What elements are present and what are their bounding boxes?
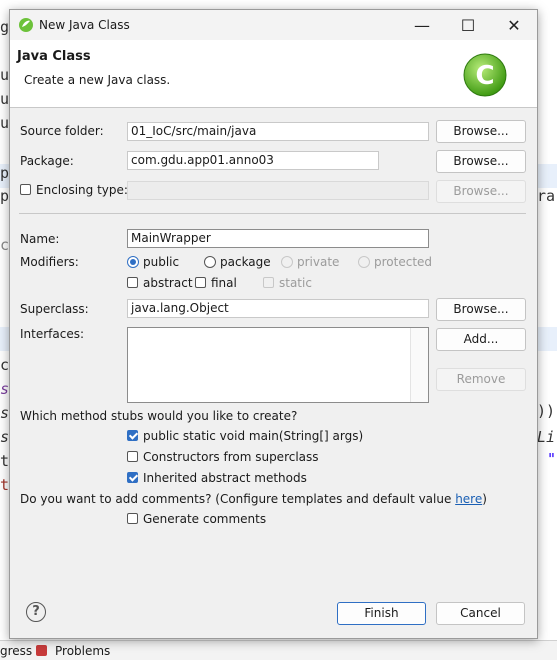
bg-code-fragment: g	[0, 18, 10, 36]
bg-code-fragment: s	[0, 428, 10, 446]
close-button[interactable]: ✕	[491, 10, 537, 40]
close-icon: ✕	[507, 15, 521, 35]
bg-code-fragment: "	[547, 450, 557, 468]
bg-code-fragment: s	[0, 380, 10, 398]
package-radio-label: package	[220, 255, 271, 269]
interfaces-scrollbar[interactable]	[410, 328, 428, 402]
main-method-checkbox[interactable]	[127, 430, 138, 441]
method-stubs-question: Which method stubs would you like to cre…	[20, 409, 298, 423]
public-radio[interactable]	[127, 256, 139, 268]
status-bar: gress Problems	[0, 640, 557, 660]
bg-code-fragment: t	[0, 452, 10, 470]
bg-code-fragment: u	[0, 114, 10, 132]
bg-code-fragment: s	[0, 404, 10, 422]
wizard-banner: Java Class Create a new Java class. C	[10, 40, 537, 108]
private-label: private	[297, 255, 340, 269]
constructors-checkbox[interactable]	[127, 451, 138, 462]
name-label: Name:	[20, 232, 60, 246]
minimize-button[interactable]: —	[399, 10, 445, 40]
protected-label: protected	[374, 255, 433, 269]
bg-code-fragment: ))	[537, 402, 556, 420]
maximize-button[interactable]: ☐	[445, 10, 491, 40]
window-title: New Java Class	[39, 18, 130, 32]
modifiers-label: Modifiers:	[20, 255, 79, 269]
maximize-icon: ☐	[460, 15, 476, 35]
status-progress-tab[interactable]: gress	[0, 644, 32, 658]
bg-code-fragment: u	[0, 66, 10, 84]
enclosing-type-browse-button[interactable]: Browse...	[436, 180, 526, 203]
comments-question: Do you want to add comments? (Configure …	[20, 492, 487, 506]
wizard-heading: Java Class	[17, 49, 91, 64]
remove-interface-button[interactable]: Remove	[436, 368, 526, 391]
inherited-methods-label: Inherited abstract methods	[143, 471, 307, 485]
abstract-label: abstract	[143, 276, 193, 290]
status-problems-tab[interactable]: Problems	[55, 644, 110, 658]
bg-code-fragment: c	[0, 236, 10, 254]
java-class-logo-icon: C	[463, 53, 507, 97]
bg-code-fragment: Li	[537, 428, 556, 446]
generate-comments-checkbox[interactable]	[127, 513, 138, 524]
static-label: static	[279, 276, 312, 290]
bg-code-fragment: p	[0, 187, 10, 205]
static-checkbox[interactable]	[263, 277, 274, 288]
protected-radio[interactable]	[358, 256, 370, 268]
package-browse-button[interactable]: Browse...	[436, 150, 526, 173]
superclass-input[interactable]: java.lang.Object	[127, 299, 429, 318]
problems-icon	[36, 645, 47, 656]
superclass-label: Superclass:	[20, 302, 89, 316]
eclipse-spring-icon	[19, 18, 33, 32]
comments-question-text: Do you want to add comments? (Configure …	[20, 492, 456, 506]
class-name-input[interactable]: MainWrapper	[127, 229, 429, 248]
bg-code-fragment: u	[0, 90, 10, 108]
new-java-class-dialog: New Java Class — ☐ ✕ Java Class Create a…	[9, 9, 538, 639]
abstract-checkbox[interactable]	[127, 277, 138, 288]
constructors-label: Constructors from superclass	[143, 450, 319, 464]
configure-templates-link[interactable]: here	[455, 492, 482, 506]
enclosing-type-checkbox[interactable]	[20, 184, 31, 195]
add-interface-button[interactable]: Add...	[436, 328, 526, 351]
title-bar[interactable]: New Java Class — ☐ ✕	[10, 10, 537, 40]
main-method-label: public static void main(String[] args)	[143, 429, 364, 443]
enclosing-type-label: Enclosing type:	[36, 183, 128, 197]
cancel-button[interactable]: Cancel	[436, 602, 525, 625]
package-input[interactable]: com.gdu.app01.anno03	[127, 151, 379, 170]
public-label: public	[143, 255, 180, 269]
private-radio[interactable]	[281, 256, 293, 268]
package-radio[interactable]	[204, 256, 216, 268]
interfaces-label: Interfaces:	[20, 327, 85, 341]
source-folder-browse-button[interactable]: Browse...	[436, 120, 526, 143]
wizard-description: Create a new Java class.	[24, 73, 171, 87]
inherited-methods-checkbox[interactable]	[127, 472, 138, 483]
package-label: Package:	[20, 154, 74, 168]
superclass-browse-button[interactable]: Browse...	[436, 298, 526, 321]
final-label: final	[211, 276, 237, 290]
bg-code-fragment: ra	[537, 187, 556, 205]
logo-letter: C	[475, 61, 494, 91]
separator	[19, 213, 526, 214]
generate-comments-label: Generate comments	[143, 512, 267, 526]
finish-button[interactable]: Finish	[337, 602, 426, 625]
bg-code-fragment: p	[0, 164, 10, 182]
enclosing-type-input[interactable]	[127, 181, 429, 200]
minimize-icon: —	[414, 15, 430, 35]
help-icon[interactable]: ?	[26, 602, 46, 622]
bg-code-fragment: t	[0, 476, 10, 494]
interfaces-list[interactable]	[127, 327, 429, 403]
source-folder-input[interactable]: 01_IoC/src/main/java	[127, 122, 429, 141]
source-folder-label: Source folder:	[20, 124, 104, 138]
final-checkbox[interactable]	[195, 277, 206, 288]
comments-question-end: )	[482, 492, 487, 506]
bg-code-fragment: c	[0, 356, 10, 374]
